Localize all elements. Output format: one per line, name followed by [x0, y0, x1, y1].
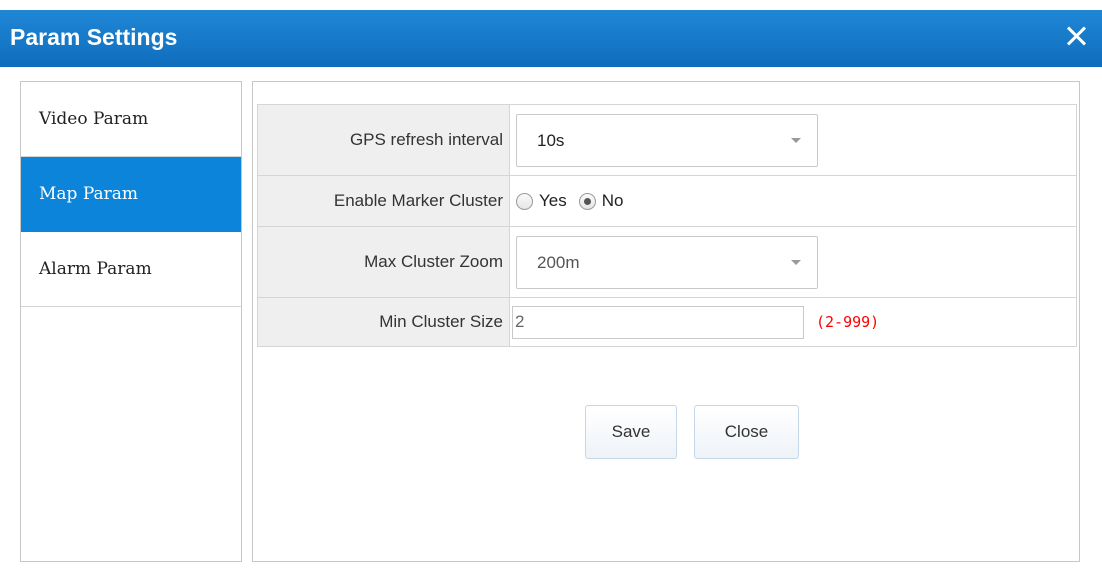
max-cluster-zoom-label: Max Cluster Zoom [258, 227, 510, 297]
settings-form: GPS refresh interval 10s Enable Marker C… [257, 104, 1077, 347]
form-row-marker-cluster: Enable Marker Cluster Yes No [258, 176, 1076, 227]
gps-refresh-value: 10s [537, 130, 565, 150]
save-button[interactable]: Save [585, 405, 677, 459]
sidebar: Video Param Map Param Alarm Param [20, 81, 242, 562]
sidebar-item-video-param[interactable]: Video Param [21, 82, 241, 157]
radio-yes-circle[interactable] [516, 192, 533, 210]
title-bar: Param Settings [0, 10, 1102, 67]
form-row-max-cluster-zoom: Max Cluster Zoom 200m [258, 227, 1076, 298]
radio-yes[interactable]: Yes [516, 191, 567, 211]
chevron-down-icon [791, 137, 801, 143]
max-cluster-zoom-value: 200m [537, 252, 580, 272]
radio-no-circle[interactable] [578, 192, 596, 210]
radio-no-label: No [601, 191, 624, 210]
min-cluster-size-label: Min Cluster Size [258, 298, 510, 346]
gps-refresh-label: GPS refresh interval [258, 105, 510, 175]
settings-panel: GPS refresh interval 10s Enable Marker C… [252, 81, 1080, 562]
chevron-down-icon [791, 259, 801, 265]
radio-no[interactable]: No [578, 191, 624, 211]
marker-cluster-radio-group: Yes No [516, 191, 635, 211]
min-cluster-size-hint: (2-999) [816, 313, 880, 331]
gps-refresh-select[interactable]: 10s [516, 113, 818, 167]
form-row-gps-refresh: GPS refresh interval 10s [258, 105, 1076, 176]
param-settings-dialog: Param Settings Video Param Map Param Ala… [0, 0, 1102, 576]
close-icon[interactable] [1062, 18, 1090, 52]
dialog-title: Param Settings [10, 24, 178, 50]
sidebar-item-alarm-param[interactable]: Alarm Param [21, 232, 241, 307]
form-row-min-cluster-size: Min Cluster Size (2-999) [258, 298, 1076, 346]
marker-cluster-label: Enable Marker Cluster [258, 176, 510, 226]
min-cluster-size-input[interactable] [512, 305, 804, 339]
max-cluster-zoom-select[interactable]: 200m [516, 235, 818, 289]
radio-yes-label: Yes [539, 191, 567, 210]
sidebar-item-map-param[interactable]: Map Param [21, 157, 241, 232]
close-button[interactable]: Close [694, 405, 799, 459]
